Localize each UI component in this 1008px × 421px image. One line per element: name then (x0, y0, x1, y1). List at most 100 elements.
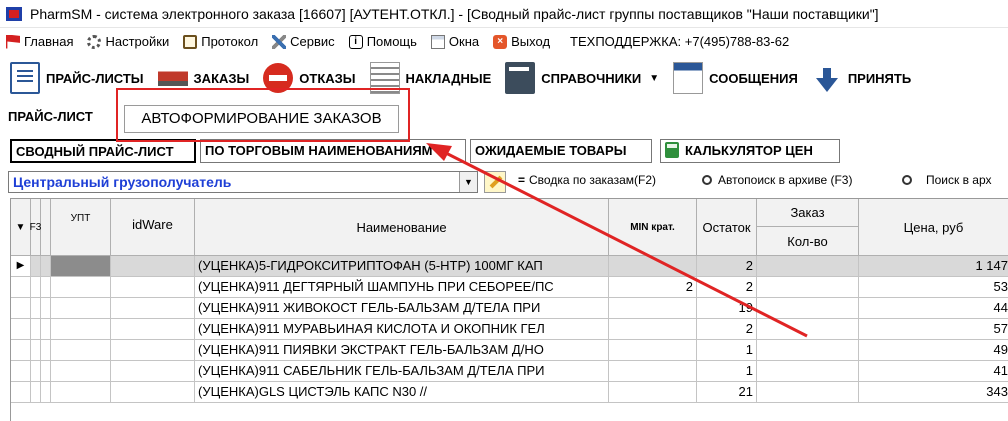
cell-kolvo[interactable] (757, 340, 859, 361)
cell-kolvo[interactable] (757, 298, 859, 319)
table-cell (31, 298, 41, 319)
header-name[interactable]: Наименование (195, 199, 609, 256)
table-cell (31, 319, 41, 340)
tab-expected-goods[interactable]: ОЖИДАЕМЫЕ ТОВАРЫ (470, 139, 652, 163)
header-min-krat[interactable]: MIN крат. (609, 199, 697, 256)
header-f3[interactable]: F3 (30, 199, 41, 256)
orders-button[interactable]: ЗАКАЗЫ (157, 62, 250, 94)
exit-icon: × (493, 34, 508, 49)
cell-ostatok: 21 (697, 382, 757, 403)
cell-price: 41 (859, 361, 1008, 382)
invoices-label: НАКЛАДНЫЕ (405, 70, 492, 86)
menu-bar: Главная Настройки Протокол Сервис i Помо… (0, 29, 1008, 54)
table-cell (41, 277, 51, 298)
chevron-down-icon[interactable]: ▼ (649, 73, 659, 84)
table-cell (41, 340, 51, 361)
table-cell (11, 298, 31, 319)
menu-settings-label: Настройки (105, 34, 170, 49)
table-cell (31, 361, 41, 382)
header-price[interactable]: Цена, руб (859, 199, 1008, 256)
table-cell (111, 382, 195, 403)
magnifier-icon (702, 175, 712, 185)
cell-kolvo[interactable] (757, 382, 859, 403)
magnifier-icon (902, 175, 912, 185)
chevron-down-icon[interactable]: ▼ (459, 172, 477, 192)
stop-icon (263, 63, 294, 93)
cell-kolvo[interactable] (757, 361, 859, 382)
menu-settings[interactable]: Настройки (87, 34, 169, 49)
header-ostatok[interactable]: Остаток (697, 199, 757, 256)
windows-icon (430, 34, 445, 49)
messages-button[interactable]: СООБЩЕНИЯ (673, 62, 798, 94)
search-archive-button[interactable]: Поиск в арх (902, 173, 992, 187)
cell-kolvo[interactable] (757, 319, 859, 340)
table-cell (31, 340, 41, 361)
table-cell (51, 256, 111, 277)
cell-kolvo[interactable] (757, 256, 859, 277)
clipboard-icon (183, 34, 198, 49)
invoices-button[interactable]: НАКЛАДНЫЕ (369, 62, 492, 94)
cell-min-krat (609, 319, 697, 340)
cell-kolvo[interactable] (757, 277, 859, 298)
orders-label: ЗАКАЗЫ (193, 70, 250, 86)
table-cell (41, 319, 51, 340)
header-zakaz[interactable]: Заказ (757, 199, 859, 227)
edit-pencil-icon[interactable] (484, 171, 506, 193)
window-title: PharmSM - система электронного заказа [1… (30, 5, 879, 22)
directories-button[interactable]: СПРАВОЧНИКИ ▼ (505, 62, 659, 94)
accept-button[interactable]: ПРИНЯТЬ (811, 62, 911, 94)
cell-min-krat (609, 298, 697, 319)
filter-row: Центральный грузополучатель ▼ = Сводка по… (0, 168, 1008, 196)
table-cell (31, 256, 41, 277)
menu-service-label: Сервис (290, 34, 335, 49)
header-upt[interactable]: УПТ (51, 199, 111, 256)
cell-min-krat: 2 (609, 277, 697, 298)
cell-name: (УЦЕНКА)911 САБЕЛЬНИК ГЕЛЬ-БАЛЬЗАМ Д/ТЕЛ… (195, 361, 609, 382)
cell-price: 343 (859, 382, 1008, 403)
column-menu-icon[interactable]: ▼ (11, 199, 31, 256)
cell-ostatok: 2 (697, 277, 757, 298)
cell-ostatok: 2 (697, 319, 757, 340)
table-cell (51, 382, 111, 403)
table-cell (51, 319, 111, 340)
cell-ostatok: 19 (697, 298, 757, 319)
refusals-button[interactable]: ОТКАЗЫ (263, 63, 356, 93)
price-calculator-button[interactable]: КАЛЬКУЛЯТОР ЦЕН (660, 139, 840, 163)
menu-help-label: Помощь (366, 34, 417, 49)
tab-price-list[interactable]: ПРАЙС-ЛИСТ (8, 109, 93, 124)
table-cell (51, 340, 111, 361)
menu-help[interactable]: i Помощь (348, 34, 417, 49)
summary-orders-button[interactable]: = Сводка по заказам(F2) (518, 173, 656, 187)
cell-min-krat (609, 382, 697, 403)
top-tabs: ПРАЙС-ЛИСТ АВТОФОРМИРОВАНИЕ ЗАКАЗОВ (0, 102, 1008, 136)
autosearch-archive-button[interactable]: Автопоиск в архиве (F3) (702, 173, 852, 187)
header-kolvo[interactable]: Кол-во (757, 227, 859, 256)
title-bar: PharmSM - система электронного заказа [1… (0, 0, 1008, 28)
tab-by-trade-name[interactable]: ПО ТОРГОВЫМ НАИМЕНОВАНИЯМ (200, 139, 466, 163)
header-spacer (41, 199, 51, 256)
price-grid[interactable]: ▼ F3 УПТ idWare Наименование MIN крат. О… (10, 198, 1008, 421)
menu-home[interactable]: Главная (6, 34, 73, 49)
support-phone: ТЕХПОДДЕРЖКА: +7(495)788-83-62 (570, 34, 790, 49)
menu-exit[interactable]: × Выход (493, 34, 550, 49)
help-icon: i (348, 34, 363, 49)
cell-price: 53 (859, 277, 1008, 298)
consignee-select[interactable]: Центральный грузополучатель ▼ (8, 171, 478, 193)
cell-price: 57 (859, 319, 1008, 340)
table-cell (111, 277, 195, 298)
menu-service[interactable]: Сервис (272, 34, 335, 49)
menu-windows[interactable]: Окна (430, 34, 480, 49)
header-idware[interactable]: idWare (111, 199, 195, 256)
table-cell (11, 361, 31, 382)
equals-icon: = (518, 173, 526, 187)
cell-name: (УЦЕНКА)GLS ЦИСТЭЛЬ КАПС N30 // (195, 382, 609, 403)
table-cell (111, 361, 195, 382)
table-cell (11, 277, 31, 298)
table-cell (51, 361, 111, 382)
refusals-label: ОТКАЗЫ (299, 70, 356, 86)
tab-auto-orders[interactable]: АВТОФОРМИРОВАНИЕ ЗАКАЗОВ (124, 105, 399, 133)
menu-windows-label: Окна (448, 34, 480, 49)
price-lists-button[interactable]: ПРАЙС-ЛИСТЫ (10, 62, 144, 94)
tab-summary-price-list[interactable]: СВОДНЫЙ ПРАЙС-ЛИСТ (10, 139, 196, 163)
menu-protocol[interactable]: Протокол (183, 34, 258, 49)
